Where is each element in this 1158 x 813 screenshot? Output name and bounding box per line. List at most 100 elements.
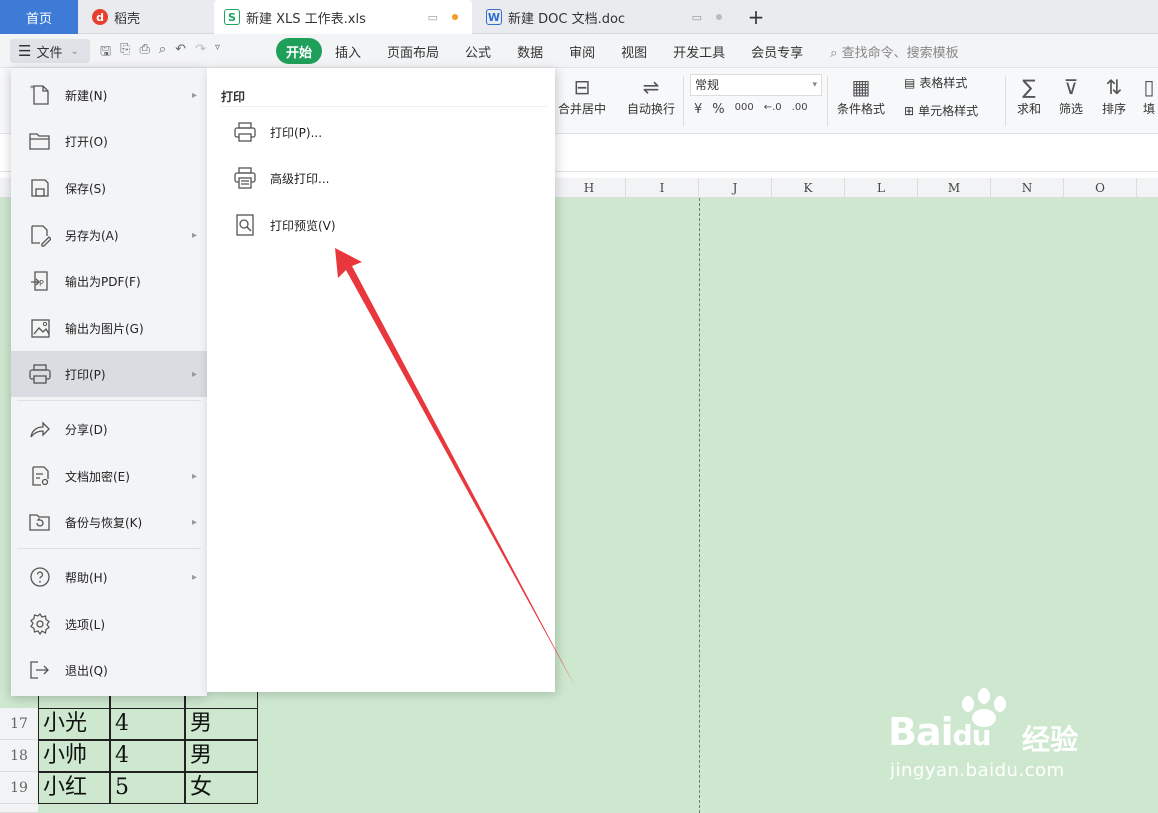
print-preview-icon[interactable]: ⌕ <box>159 42 166 64</box>
ribbon-tab-data[interactable]: 数据 <box>504 38 556 64</box>
row-header[interactable] <box>0 804 38 813</box>
save-icon <box>27 175 53 201</box>
column-header[interactable]: H <box>553 178 626 198</box>
table-style-button[interactable]: ▤ 表格样式 <box>904 74 967 91</box>
ribbon-tab-label: 视图 <box>621 45 648 61</box>
thousands-icon[interactable]: 000 <box>735 102 754 117</box>
redo-icon[interactable]: ↷ <box>195 42 206 64</box>
spreadsheet-logo-icon: S <box>224 9 240 25</box>
column-header[interactable]: N <box>991 178 1064 198</box>
ribbon-tab-insert[interactable]: 插入 <box>322 38 374 64</box>
printer-icon <box>233 120 257 144</box>
file-menu-item-label: 分享(D) <box>65 422 108 437</box>
ribbon-tab-member[interactable]: 会员专享 <box>738 38 816 64</box>
tab-xls-document[interactable]: S 新建 XLS 工作表.xls ▭ <box>214 0 472 34</box>
print-button[interactable]: 打印(P)... <box>233 118 322 146</box>
conditional-format-button[interactable]: ▦ 条件格式 <box>837 74 885 117</box>
sum-button[interactable]: ∑ 求和 <box>1017 74 1041 117</box>
row-header[interactable]: 17 <box>0 708 38 740</box>
new-tab-button[interactable]: + <box>742 0 770 34</box>
column-header[interactable]: K <box>772 178 845 198</box>
column-header[interactable]: L <box>845 178 918 198</box>
currency-button[interactable]: ¥ <box>694 102 702 117</box>
table-cell[interactable]: 4 <box>110 708 185 740</box>
merge-center-button[interactable]: ⊟ 合并居中 <box>558 74 606 117</box>
row-header[interactable]: 19 <box>0 772 38 804</box>
chevron-down-icon: ▾ <box>812 80 817 90</box>
chevron-right-icon: ▸ <box>191 229 197 241</box>
column-header[interactable]: J <box>699 178 772 198</box>
file-menu-item-label: 帮助(H) <box>65 570 108 585</box>
file-menu-item-backup[interactable]: 备份与恢复(K) ▸ <box>11 499 207 545</box>
table-cell[interactable]: 小红 <box>38 772 110 804</box>
menu-divider <box>221 106 547 107</box>
export-icon[interactable]: ⎘ <box>120 42 130 64</box>
table-cell[interactable]: 男 <box>185 708 258 740</box>
export-image-icon <box>27 315 53 341</box>
column-header[interactable]: O <box>1064 178 1137 198</box>
cell-style-button[interactable]: ⊞ 单元格样式 <box>904 102 978 119</box>
table-cell[interactable]: 女 <box>185 772 258 804</box>
percent-button[interactable]: % <box>712 102 724 117</box>
file-menu-item-share[interactable]: 分享(D) <box>11 406 207 452</box>
printer-icon[interactable]: ⎙ <box>139 42 149 64</box>
file-menu-label: 文件 <box>36 45 63 61</box>
file-menu-item-exit[interactable]: 退出(Q) <box>11 647 207 693</box>
column-header[interactable]: M <box>918 178 991 198</box>
command-search[interactable]: ⌕ 查找命令、搜索模板 <box>830 42 958 61</box>
tab-home[interactable]: 首页 <box>0 0 78 34</box>
table-cell[interactable]: 5 <box>110 772 185 804</box>
ribbon-tab-label: 开始 <box>286 45 313 61</box>
file-menu-item-export-pdf[interactable]: P 输出为PDF(F) <box>11 258 207 304</box>
file-menu-item-open[interactable]: 打开(O) <box>11 118 207 164</box>
advanced-print-button[interactable]: 高级打印... <box>233 164 329 192</box>
unsaved-dot-icon <box>452 14 458 20</box>
filter-button[interactable]: ⊽ 筛选 <box>1059 74 1083 117</box>
print-preview-button[interactable]: 打印预览(V) <box>233 211 336 239</box>
ribbon-tab-review[interactable]: 审阅 <box>556 38 608 64</box>
ribbon-tab-home[interactable]: 开始 <box>276 38 323 64</box>
monitor-icon[interactable]: ▭ <box>692 11 702 24</box>
tab-bar: 首页 d 稻壳 S 新建 XLS 工作表.xls ▭ W 新建 DOC 文档.d… <box>0 0 1158 34</box>
more-dropdown-icon[interactable]: ▿ <box>215 42 220 64</box>
file-menu-button[interactable]: ☰ 文件 ⌄ <box>10 39 90 63</box>
gear-icon <box>27 611 53 637</box>
toolbar-divider <box>1005 76 1006 126</box>
table-cell[interactable]: 小帅 <box>38 740 110 772</box>
ribbon-tab-view[interactable]: 视图 <box>608 38 660 64</box>
print-submenu-title: 打印 <box>221 90 246 104</box>
table-cell[interactable]: 小光 <box>38 708 110 740</box>
filter-icon: ⊽ <box>1063 75 1079 99</box>
file-menu-item-options[interactable]: 选项(L) <box>11 601 207 647</box>
ribbon-tab-formula[interactable]: 公式 <box>452 38 504 64</box>
save-icon[interactable]: 🖫 <box>100 42 111 64</box>
file-menu-item-help[interactable]: 帮助(H) ▸ <box>11 554 207 600</box>
file-menu-item-export-image[interactable]: 输出为图片(G) <box>11 305 207 351</box>
fill-icon: ▯ <box>1143 75 1155 99</box>
undo-icon[interactable]: ↶ <box>175 42 186 64</box>
file-menu-item-encrypt[interactable]: 文档加密(E) ▸ <box>11 453 207 499</box>
file-menu-item-new[interactable]: * 新建(N) ▸ <box>11 72 207 118</box>
column-header[interactable]: I <box>626 178 699 198</box>
table-cell[interactable]: 4 <box>110 740 185 772</box>
file-menu-item-print[interactable]: 打印(P) ▸ <box>11 351 207 397</box>
cell-style-label: 单元格样式 <box>918 104 979 118</box>
monitor-icon[interactable]: ▭ <box>428 11 438 24</box>
fill-button[interactable]: ▯ 填 <box>1143 74 1155 117</box>
table-cell[interactable]: 男 <box>185 740 258 772</box>
encrypt-icon <box>27 463 53 489</box>
file-menu-item-save-as[interactable]: 另存为(A) ▸ <box>11 212 207 258</box>
row-header[interactable]: 18 <box>0 740 38 772</box>
tab-daoke[interactable]: d 稻壳 <box>80 0 210 34</box>
sort-button[interactable]: ⇅ 排序 <box>1102 74 1126 117</box>
number-format-select[interactable]: 常规 ▾ <box>690 74 822 96</box>
decrease-decimal-icon[interactable]: .00 <box>792 102 808 117</box>
ribbon-tab-page-layout[interactable]: 页面布局 <box>374 38 452 64</box>
tab-doc-document[interactable]: W 新建 DOC 文档.doc ▭ <box>476 0 736 34</box>
ribbon-tab-developer[interactable]: 开发工具 <box>660 38 738 64</box>
increase-decimal-icon[interactable]: ←.0 <box>764 102 782 117</box>
wrap-text-button[interactable]: ⇌ 自动换行 <box>627 74 675 117</box>
toolbar-divider <box>683 76 684 126</box>
conditional-format-label: 条件格式 <box>837 102 886 116</box>
file-menu-item-save[interactable]: 保存(S) <box>11 165 207 211</box>
